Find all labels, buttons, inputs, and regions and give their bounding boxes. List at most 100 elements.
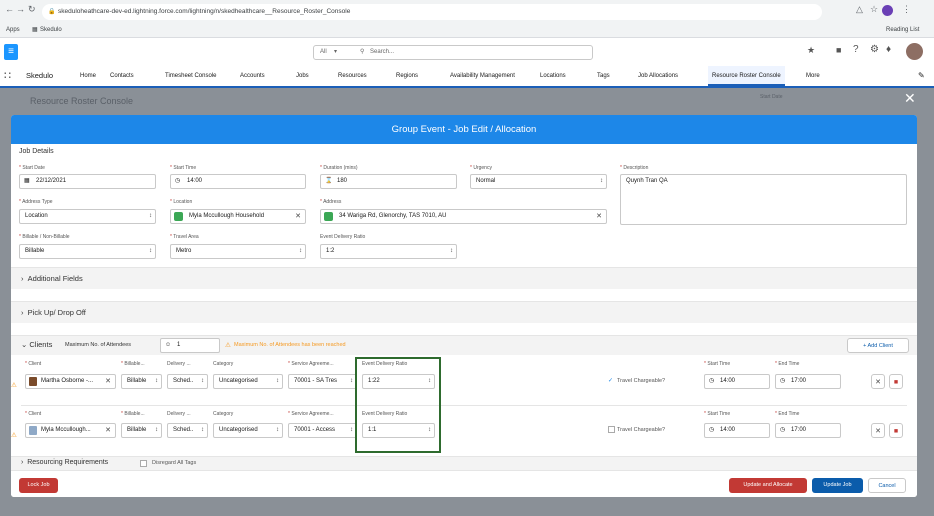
address-type-select[interactable]: Location ↕	[19, 209, 156, 224]
user-avatar[interactable]	[906, 43, 923, 60]
end-time-field[interactable]: ◷ 17:00	[775, 374, 841, 389]
clear-icon[interactable]: ✕	[295, 210, 301, 223]
chevron-down-icon: ▾	[334, 49, 338, 55]
nav-tags[interactable]: Tags	[597, 73, 610, 79]
global-search[interactable]: All ▾ ⚲ Search...	[313, 45, 593, 60]
location-icon	[174, 212, 183, 221]
profile-avatar[interactable]	[882, 5, 893, 16]
disregard-checkbox[interactable]	[140, 460, 147, 467]
lock-job-button[interactable]: Lock Job	[19, 478, 58, 493]
nav-job-allocations[interactable]: Job Allocations	[638, 73, 678, 79]
row-divider	[21, 405, 907, 406]
search-scope[interactable]: All	[320, 46, 327, 59]
nav-contacts[interactable]: Contacts	[110, 73, 134, 79]
app-launcher-icon[interactable]: ∷	[4, 69, 11, 82]
back-icon[interactable]: ←	[5, 4, 14, 14]
travel-checkbox[interactable]	[608, 426, 615, 433]
gear-icon[interactable]: ⚙	[870, 44, 879, 55]
col-start: * Start Time	[704, 361, 731, 367]
forward-icon[interactable]: →	[16, 4, 25, 14]
star-icon[interactable]: ☆	[870, 4, 878, 15]
disregard-label: Disregard All Tags	[152, 460, 197, 466]
nav-resource-roster-console[interactable]: Resource Roster Console	[708, 66, 785, 86]
clear-icon[interactable]: ✕	[105, 375, 111, 388]
location-lookup[interactable]: Myla Mccullough Household ✕	[170, 209, 306, 224]
additional-fields-section[interactable]: › Additional Fields	[11, 267, 917, 289]
chevron-right-icon: ›	[21, 308, 24, 317]
select-arrows-icon: ↕	[600, 178, 603, 184]
remove-row-icon[interactable]: ✕	[871, 423, 885, 438]
billable-select[interactable]: Billable ↕	[121, 374, 162, 389]
nav-regions[interactable]: Regions	[396, 73, 418, 79]
duration-field[interactable]: ⌛ 180	[320, 174, 457, 189]
location-label: * Location	[170, 199, 193, 205]
end-time-field[interactable]: ◷ 17:00	[775, 423, 841, 438]
service-select[interactable]: 70001 - SA Tres ↕	[288, 374, 357, 389]
start-time-field[interactable]: ◷ 14:00	[170, 174, 306, 189]
reload-icon[interactable]: ↻	[28, 4, 36, 15]
setup-assistant-icon[interactable]: ■	[836, 45, 841, 55]
delete-icon[interactable]: ■	[889, 423, 903, 438]
category-select[interactable]: Uncategorised ↕	[213, 423, 283, 438]
close-modal-icon[interactable]: ✕	[904, 90, 916, 107]
col-billable: * Billable...	[121, 361, 145, 367]
resourcing-section[interactable]: › Resourcing Requirements Disregard All …	[11, 456, 917, 470]
nav-accounts[interactable]: Accounts	[240, 73, 265, 79]
cancel-button[interactable]: Cancel	[868, 478, 906, 493]
clear-icon[interactable]: ✕	[596, 210, 602, 223]
start-time-field[interactable]: ◷ 14:00	[704, 423, 770, 438]
category-select[interactable]: Uncategorised ↕	[213, 374, 283, 389]
share-icon[interactable]: △	[856, 4, 863, 15]
start-date-field[interactable]: ▦ 22/12/2021	[19, 174, 156, 189]
nav-home[interactable]: Home	[80, 73, 96, 79]
delete-icon[interactable]: ■	[889, 374, 903, 389]
nav-resources[interactable]: Resources	[338, 73, 367, 79]
service-select[interactable]: 70001 - Access ↕	[288, 423, 357, 438]
description-textarea[interactable]: Quynh Tran QA	[620, 174, 907, 225]
bookmark-skedulo[interactable]: Skedulo	[40, 23, 62, 38]
url-text: skeduloheathcare-dev-ed.lightning.force.…	[58, 8, 351, 15]
travel-checkbox[interactable]: ✓	[608, 377, 613, 384]
app-logo-icon[interactable]: ≡	[4, 44, 18, 60]
clear-icon[interactable]: ✕	[105, 424, 111, 437]
remove-row-icon[interactable]: ✕	[871, 374, 885, 389]
billable-select[interactable]: Billable ↕	[19, 244, 156, 259]
clients-toggle[interactable]: ⌄ Clients	[21, 340, 52, 349]
address-type-label: * Address Type	[19, 199, 53, 205]
add-client-button[interactable]: + Add Client	[847, 338, 909, 353]
address-lookup[interactable]: 34 Wariga Rd, Glenorchy, TAS 7010, AU ✕	[320, 209, 607, 224]
help-icon[interactable]: ?	[853, 44, 859, 55]
highlight-box	[355, 357, 441, 453]
address-bar[interactable]: 🔒 skeduloheathcare-dev-ed.lightning.forc…	[42, 4, 822, 20]
bell-icon[interactable]: ♦	[886, 44, 891, 55]
max-attendees-field[interactable]: ☺ 1	[160, 338, 220, 353]
bookmark-apps[interactable]: Apps	[6, 23, 20, 38]
delivery-select[interactable]: Sched.. ↕	[167, 423, 208, 438]
nav-availability[interactable]: Availability Management	[450, 73, 515, 79]
client-lookup[interactable]: Myla Mccullough... ✕	[25, 423, 116, 438]
favorites-icon[interactable]: ★	[807, 45, 815, 56]
nav-more[interactable]: More	[806, 73, 820, 79]
pickup-section[interactable]: › Pick Up/ Drop Off	[11, 301, 917, 323]
nav-locations[interactable]: Locations	[540, 73, 566, 79]
nav-jobs[interactable]: Jobs	[296, 73, 309, 79]
travel-area-label: * Travel Area	[170, 234, 199, 240]
client-lookup[interactable]: Martha Osborne -... ✕	[25, 374, 116, 389]
more-menu-icon[interactable]: ⋮	[902, 4, 911, 15]
urgency-select[interactable]: Normal ↕	[470, 174, 607, 189]
event-ratio-select[interactable]: 1:2 ↕	[320, 244, 457, 259]
billable-select[interactable]: Billable ↕	[121, 423, 162, 438]
update-job-button[interactable]: Update Job	[812, 478, 863, 493]
address-icon	[324, 212, 333, 221]
modal-footer: Lock Job Update and Allocate Update Job …	[11, 470, 917, 497]
edit-nav-icon[interactable]: ✎	[918, 71, 925, 80]
col-client: * Client	[25, 361, 42, 367]
nav-timesheet-console[interactable]: Timesheet Console	[165, 73, 216, 79]
reading-list[interactable]: Reading List	[886, 23, 919, 38]
clients-header: ⌄ Clients Maximum No. of Attendees ☺ 1 ⚠…	[11, 335, 917, 355]
start-time-field[interactable]: ◷ 14:00	[704, 374, 770, 389]
travel-area-select[interactable]: Metro ↕	[170, 244, 306, 259]
resourcing-toggle[interactable]: › Resourcing Requirements	[21, 459, 108, 466]
delivery-select[interactable]: Sched.. ↕	[167, 374, 208, 389]
update-allocate-button[interactable]: Update and Allocate	[729, 478, 807, 493]
